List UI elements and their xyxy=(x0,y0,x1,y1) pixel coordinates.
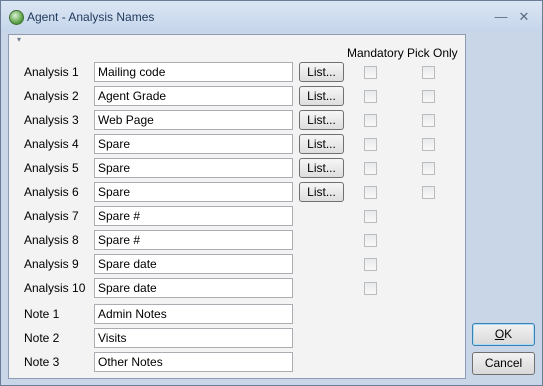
pick-only-checkbox[interactable] xyxy=(422,66,435,79)
note-name-field[interactable]: Visits xyxy=(94,328,293,348)
analysis-name-field[interactable]: Mailing code xyxy=(94,62,293,82)
pick-only-checkbox[interactable] xyxy=(422,186,435,199)
note-label: Note 2 xyxy=(24,331,60,345)
analysis-label: Analysis 3 xyxy=(24,113,79,127)
title-bar[interactable]: Agent - Analysis Names — ✕ xyxy=(1,1,542,32)
analysis-label: Analysis 8 xyxy=(24,233,79,247)
analysis-name-field[interactable]: Web Page xyxy=(94,110,293,130)
analysis-label: Analysis 7 xyxy=(24,209,79,223)
ok-label-rest: K xyxy=(504,327,513,341)
ok-button[interactable]: OK xyxy=(472,323,535,346)
analysis-name-field[interactable]: Spare xyxy=(94,182,293,202)
analysis-label: Analysis 1 xyxy=(24,65,79,79)
ok-accelerator: O xyxy=(494,327,505,341)
mandatory-header: Mandatory xyxy=(347,46,404,60)
pick-only-checkbox[interactable] xyxy=(422,162,435,175)
pick-only-checkbox[interactable] xyxy=(422,138,435,151)
list-button[interactable]: List... xyxy=(299,158,344,178)
mandatory-checkbox[interactable] xyxy=(364,234,377,247)
app-icon xyxy=(9,10,24,25)
mandatory-checkbox[interactable] xyxy=(364,282,377,295)
analysis-name-field[interactable]: Spare # xyxy=(94,206,293,226)
analysis-label: Analysis 5 xyxy=(24,161,79,175)
cancel-button[interactable]: Cancel xyxy=(472,352,535,375)
list-button[interactable]: List... xyxy=(299,110,344,130)
dialog-window: Agent - Analysis Names — ✕ ▾ Mandatory P… xyxy=(0,0,543,386)
analysis-name-field[interactable]: Spare date xyxy=(94,278,293,298)
mandatory-checkbox[interactable] xyxy=(364,114,377,127)
analysis-label: Analysis 9 xyxy=(24,257,79,271)
analysis-panel: ▾ Mandatory Pick Only Analysis 1 Mailing … xyxy=(8,34,466,379)
note-name-field[interactable]: Other Notes xyxy=(94,352,293,372)
pick-only-checkbox[interactable] xyxy=(422,114,435,127)
analysis-label: Analysis 2 xyxy=(24,89,79,103)
mandatory-checkbox[interactable] xyxy=(364,258,377,271)
close-icon[interactable]: ✕ xyxy=(516,9,532,25)
analysis-label: Analysis 10 xyxy=(24,281,86,295)
analysis-name-field[interactable]: Spare xyxy=(94,158,293,178)
analysis-name-field[interactable]: Agent Grade xyxy=(94,86,293,106)
mandatory-checkbox[interactable] xyxy=(364,66,377,79)
pick-only-checkbox[interactable] xyxy=(422,90,435,103)
analysis-name-field[interactable]: Spare xyxy=(94,134,293,154)
analysis-label: Analysis 6 xyxy=(24,185,79,199)
tab-marker-icon: ▾ xyxy=(17,35,22,44)
analysis-name-field[interactable]: Spare # xyxy=(94,230,293,250)
list-button[interactable]: List... xyxy=(299,62,344,82)
list-button[interactable]: List... xyxy=(299,134,344,154)
list-button[interactable]: List... xyxy=(299,182,344,202)
minimize-icon[interactable]: — xyxy=(493,9,509,25)
note-name-field[interactable]: Admin Notes xyxy=(94,304,293,324)
note-label: Note 1 xyxy=(24,307,60,321)
mandatory-checkbox[interactable] xyxy=(364,162,377,175)
note-label: Note 3 xyxy=(24,355,60,369)
mandatory-checkbox[interactable] xyxy=(364,90,377,103)
analysis-name-field[interactable]: Spare date xyxy=(94,254,293,274)
analysis-label: Analysis 4 xyxy=(24,137,79,151)
mandatory-checkbox[interactable] xyxy=(364,138,377,151)
list-button[interactable]: List... xyxy=(299,86,344,106)
mandatory-checkbox[interactable] xyxy=(364,210,377,223)
window-title: Agent - Analysis Names xyxy=(27,10,155,24)
mandatory-checkbox[interactable] xyxy=(364,186,377,199)
pick-only-header: Pick Only xyxy=(407,46,458,60)
